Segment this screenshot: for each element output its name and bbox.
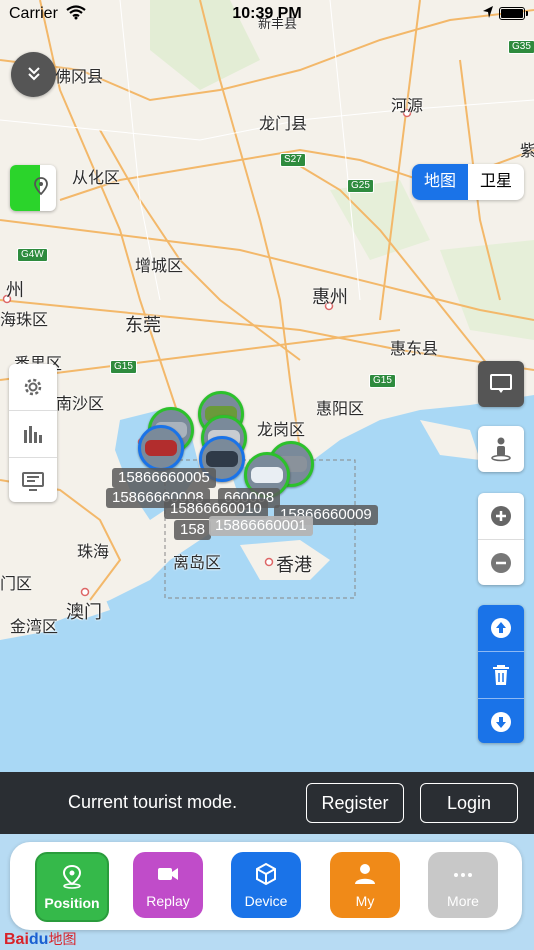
tab-device-label: Device [244,893,288,909]
zoom-control [478,493,524,585]
zoom-in-button[interactable] [478,493,524,540]
map-label-huidong: 惠东县 [390,341,439,358]
device-action-panel [478,605,524,743]
map-label-lidao: 离岛区 [173,555,222,572]
map-label-zengcheng: 增城区 [135,258,184,275]
chevron-down-double-icon [27,67,40,81]
map-label-huizhou: 惠州 [312,287,348,307]
highway-shield: G25 [347,179,374,193]
previous-device-button[interactable] [478,605,524,652]
zoom-out-button[interactable] [478,540,524,586]
map-label-macau: 澳门 [66,602,102,622]
statistics-button[interactable] [9,411,57,458]
highway-shield: G4W [17,248,48,262]
login-button[interactable]: Login [420,783,518,823]
highway-shield: G35 [508,40,534,54]
collapse-button[interactable] [11,52,56,97]
map-label-heyuan: 河源 [391,98,424,115]
map-label-fogang: 佛冈县 [55,69,104,86]
map-label-longmen: 龙门县 [259,116,308,133]
map-label-huiyang: 惠阳区 [316,401,365,418]
device-label[interactable]: 158 [174,520,212,540]
tab-position-label: Position [44,895,100,911]
battery-icon [499,7,528,20]
tab-position[interactable]: Position [35,852,109,922]
highway-shield: S27 [280,153,306,167]
device-label[interactable]: 15866660001 [209,516,313,536]
message-icon [490,374,512,393]
baidu-logo-part1: Bai [4,931,29,948]
location-toggle[interactable] [10,165,56,211]
monitor-icon [22,472,44,491]
cube-icon [256,862,276,886]
baidu-logo-part3: 地图 [48,931,77,947]
map-label-haizhu: 海珠区 [0,312,49,329]
map-label-longgang: 龙岗区 [257,422,306,439]
arrow-down-circle-icon [491,712,511,732]
map-view[interactable]: 佛冈县 河源 龙门县 从化区 增城区 惠州 东莞 番禺区 惠东县 南沙区 龙岗区… [0,0,534,772]
gear-icon [24,378,42,396]
next-device-button[interactable] [478,699,524,745]
map-label-guangzhou: 州 [6,280,24,300]
settings-button[interactable] [9,364,57,411]
map-label-zhuhai: 珠海 [77,544,110,561]
tab-more[interactable]: More [428,852,498,918]
tab-my-label: My [355,893,375,909]
tourist-mode-text: Current tourist mode. [68,792,238,812]
baidu-logo-part2: du [28,931,49,948]
map-type-satellite[interactable]: 卫星 [468,164,524,200]
message-button[interactable] [478,361,524,407]
location-pin-icon [34,177,48,196]
video-icon [158,868,178,880]
minus-circle-icon [491,553,511,573]
map-type-switch[interactable]: 地图 卫星 [412,164,524,200]
map-label-dongguan: 东莞 [125,315,161,335]
more-dots-icon [454,873,472,877]
highway-shield: G15 [110,360,137,374]
map-label-zi: 紫 [520,143,534,160]
street-view-button[interactable] [478,426,524,472]
tab-replay-label: Replay [146,893,190,909]
map-label-nansha: 南沙区 [56,396,105,413]
clock: 10:39 PM [232,5,302,22]
map-label-conghua: 从化区 [72,170,121,187]
tab-my[interactable]: My [330,852,400,918]
baidu-logo: Baidu地图 [4,929,76,949]
monitor-button[interactable] [9,458,57,504]
device-label[interactable]: 15866660005 [112,468,216,488]
tab-more-label: More [447,893,479,909]
map-label-menqu: 门区 [0,576,33,593]
tab-bar: Position Replay Device My More [0,834,534,950]
map-label-xianggang: 香港 [276,555,312,575]
location-pin-icon [62,864,82,889]
delete-button[interactable] [478,652,524,699]
map-label-jinwan: 金湾区 [10,619,59,636]
tourist-mode-banner: Current tourist mode. Register Login [0,772,534,834]
user-icon [355,864,375,884]
status-bar: Carrier 10:39 PM [0,0,534,30]
bar-chart-icon [24,426,42,443]
left-toolbar [9,364,57,502]
device-marker[interactable] [138,425,184,471]
highway-shield: G15 [369,374,396,388]
location-arrow-icon [483,6,493,18]
tab-device[interactable]: Device [231,852,301,918]
map-type-standard[interactable]: 地图 [412,164,468,200]
register-button[interactable]: Register [306,783,404,823]
plus-circle-icon [491,506,511,526]
trash-icon [493,665,509,685]
arrow-up-circle-icon [491,618,511,638]
person-icon [491,437,511,462]
tab-replay[interactable]: Replay [133,852,203,918]
